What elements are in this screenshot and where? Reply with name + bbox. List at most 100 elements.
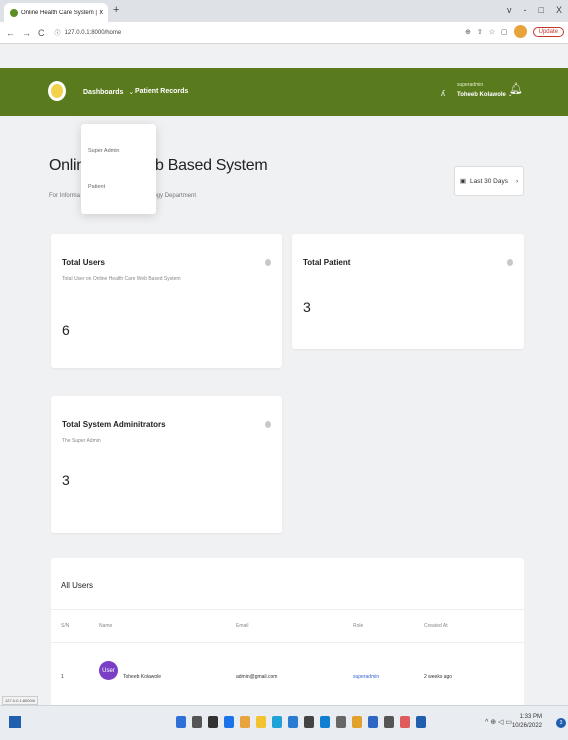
page-subtitle-left: For Informa [49, 193, 81, 199]
profile-avatar-icon[interactable] [513, 25, 527, 38]
user-role: superadmin [457, 82, 484, 88]
address-bar-actions: ⊕ ⇧ ☆ ▢ Update [465, 25, 564, 38]
site-favicon-icon [10, 8, 18, 17]
bookmark-star-icon[interactable]: ☆ [489, 28, 495, 36]
files-app-icon[interactable] [352, 716, 362, 728]
os-taskbar: ^ ⊕ ◁ ▭ 1:33 PM 10/26/2022 3 [0, 705, 568, 740]
address-bar: ← → C ⓘ 127.0.0.1:8000/home ⊕ ⇧ ☆ ▢ Upda… [0, 22, 568, 44]
url-text: 127.0.0.1:8000/home [64, 29, 122, 36]
table-title: All Users [61, 581, 94, 590]
tab-search-icon[interactable]: v [507, 5, 512, 15]
forward-icon[interactable]: → [22, 28, 31, 38]
mail-app-icon[interactable] [416, 716, 426, 728]
card-value: 3 [303, 299, 311, 315]
info-icon[interactable] [507, 259, 513, 266]
sidepanel-icon[interactable]: ▢ [501, 28, 508, 36]
page-subtitle-right: logy Department [152, 193, 197, 199]
divider [51, 609, 524, 610]
notification-bell-icon[interactable]: 🔔︎ [509, 82, 523, 95]
all-users-table: All Users S/N Name Email Role Created At… [51, 558, 524, 708]
task-view-icon[interactable] [208, 716, 218, 728]
info-icon[interactable] [265, 421, 271, 428]
card-title: Total Users [62, 258, 105, 267]
chevron-down-icon: ⌄ [128, 89, 135, 96]
store-app-icon[interactable] [288, 716, 298, 728]
page-title-right: eb Based System [146, 157, 268, 174]
search-icon[interactable] [192, 716, 202, 728]
calendar-icon: ▣ [459, 178, 467, 185]
new-tab-button[interactable]: + [113, 4, 119, 16]
nav-dashboards-label: Dashboards [83, 89, 124, 96]
browser-tabbar: Online Health Care System | Ou x + v - □… [0, 0, 568, 22]
minimize-button[interactable]: - [524, 5, 527, 15]
date-range-label: Last 30 Days [470, 177, 508, 185]
url-field[interactable]: ⓘ 127.0.0.1:8000/home [55, 28, 122, 38]
column-header-email: Email [236, 623, 249, 629]
media-app-icon[interactable] [400, 716, 410, 728]
browser-app-icon[interactable] [224, 716, 234, 728]
column-header-role: Role [353, 623, 364, 629]
reload-icon[interactable]: C [38, 28, 45, 38]
user-name: Toheeb Kolawole [457, 92, 506, 98]
dashboards-dropdown: Super Admin Patient [81, 124, 156, 214]
date-range-button[interactable]: ▣ Last 30 Days › [454, 166, 524, 196]
nav-dashboards[interactable]: Dashboards ⌄ [83, 88, 134, 96]
share-icon[interactable]: ⇧ [477, 28, 483, 36]
clock-date: 10/26/2022 [511, 723, 542, 729]
nav-patient-records[interactable]: Patient Records [135, 88, 188, 95]
card-total-admins: Total System Adminitrators The Super Adm… [51, 396, 282, 533]
chrome-app-icon[interactable] [240, 716, 250, 728]
word-app-icon[interactable] [368, 716, 378, 728]
avatar: User [99, 661, 118, 680]
user-menu[interactable]: superadmin Toheeb Kolawole ⌄ [457, 82, 513, 98]
dropdown-item-patient[interactable]: Patient [88, 184, 105, 190]
tab-title: Online Health Care System | Ou [21, 9, 97, 16]
maximize-button[interactable]: □ [539, 5, 544, 15]
user-icon: ʎ [441, 89, 445, 98]
row-email: admin@gmail.com [236, 674, 278, 680]
site-info-icon[interactable]: ⓘ [55, 28, 61, 37]
browser-tab[interactable]: Online Health Care System | Ou x [4, 3, 108, 22]
start-icon[interactable] [9, 716, 21, 728]
zoom-icon[interactable]: ⊕ [465, 28, 471, 36]
card-total-patient: Total Patient 3 [292, 234, 524, 349]
row-role[interactable]: superadmin [353, 674, 379, 680]
card-subtitle: The Super Admin [62, 438, 101, 444]
info-icon[interactable] [265, 259, 271, 266]
browser-update-button[interactable]: Update [532, 26, 564, 37]
status-url-tooltip: 127.0.0.1:8000/# [2, 696, 38, 705]
notification-center-icon[interactable]: 3 [556, 718, 566, 728]
photos-app-icon[interactable] [384, 716, 394, 728]
row-name[interactable]: Toheeb Kolawole [123, 674, 161, 680]
close-window-button[interactable]: X [556, 5, 562, 15]
card-value: 6 [62, 322, 70, 338]
card-title: Total System Adminitrators [62, 420, 166, 429]
dropdown-item-super-admin[interactable]: Super Admin [88, 148, 120, 154]
clock[interactable]: 1:33 PM 10/26/2022 [512, 713, 542, 731]
windows-icon[interactable] [176, 716, 186, 728]
card-total-users: Total Users Total User on Online Health … [51, 234, 282, 368]
app-navbar: Dashboards ⌄ Patient Records ʎ superadmi… [0, 68, 568, 116]
card-subtitle: Total User on Online Health Care Web Bas… [62, 276, 181, 282]
clock-time: 1:33 PM [519, 714, 542, 720]
vscode-app-icon[interactable] [320, 716, 330, 728]
app-logo[interactable] [48, 81, 66, 101]
window-controls: v - □ X [507, 5, 562, 15]
column-header-sn: S/N [61, 623, 70, 629]
settings-app-icon[interactable] [304, 716, 314, 728]
nav-buttons: ← → C [0, 28, 45, 38]
chevron-right-icon: › [515, 177, 519, 185]
card-value: 3 [62, 472, 70, 488]
folder-app-icon[interactable] [256, 716, 266, 728]
terminal-app-icon[interactable] [336, 716, 346, 728]
row-created-at: 2 weeks ago [424, 674, 453, 680]
back-icon[interactable]: ← [6, 28, 15, 38]
system-tray-icons[interactable]: ^ ⊕ ◁ ▭ [485, 718, 512, 726]
column-header-name: Name [99, 623, 113, 629]
divider [51, 642, 524, 643]
tab-close-icon[interactable]: x [100, 9, 109, 16]
column-header-created-at: Created At [424, 623, 448, 629]
card-title: Total Patient [303, 258, 351, 267]
edge-app-icon[interactable] [272, 716, 282, 728]
row-sn: 1 [61, 674, 64, 680]
